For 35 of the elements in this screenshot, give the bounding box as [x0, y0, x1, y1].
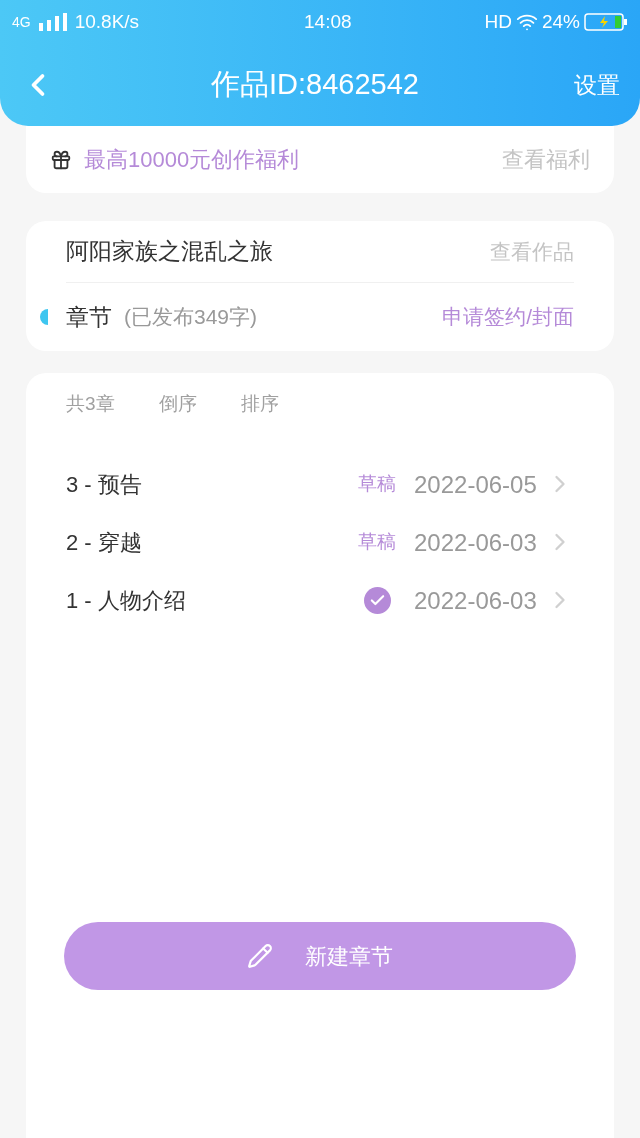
view-benefit-link[interactable]: 查看福利	[502, 143, 590, 176]
clock: 14:08	[304, 9, 352, 34]
draft-tag: 草稿	[358, 469, 396, 499]
chapter-row[interactable]: 3 - 预告 草稿 2022-06-05	[66, 455, 574, 513]
work-title: 阿阳家族之混乱之旅	[66, 237, 273, 267]
section-marker-icon	[40, 309, 48, 325]
benefit-text: 最高10000元创作福利	[84, 146, 300, 174]
published-check-icon	[363, 586, 391, 614]
sort-option[interactable]: 倒序	[158, 389, 197, 419]
battery-icon	[584, 12, 628, 32]
chapter-row[interactable]: 2 - 穿越 草稿 2022-06-03	[66, 513, 574, 571]
chapter-date: 2022-06-03	[414, 585, 538, 615]
pencil-icon	[247, 943, 273, 969]
new-chapter-button[interactable]: 新建章节	[64, 922, 576, 990]
apply-contract-link[interactable]: 申请签约/封面	[442, 301, 574, 333]
settings-link[interactable]: 设置	[574, 67, 620, 103]
chapter-date: 2022-06-03	[414, 527, 538, 557]
network-speed: 10.8K/s	[74, 9, 140, 34]
chapter-date: 2022-06-05	[414, 469, 538, 499]
gift-icon	[50, 148, 72, 171]
sort-option[interactable]: 排序	[240, 389, 279, 419]
chapter-count: 共3章	[66, 391, 115, 416]
view-work-link[interactable]: 查看作品	[490, 235, 574, 268]
page-title: 作品ID:8462542	[211, 67, 419, 103]
chapter-title: 1 - 人物介绍	[66, 586, 187, 615]
signal-icon	[38, 13, 67, 31]
chapter-row[interactable]: 1 - 人物介绍 2022-06-03	[66, 571, 574, 629]
draft-tag: 草稿	[358, 527, 396, 557]
published-count: (已发布349字)	[124, 304, 258, 331]
chapter-title: 2 - 穿越	[66, 528, 143, 557]
network-label: 4G	[12, 12, 31, 32]
battery-percent: 24%	[541, 9, 580, 34]
section-title: 章节	[66, 302, 112, 332]
chapter-title: 3 - 预告	[66, 470, 143, 499]
hd-label: HD	[484, 9, 512, 34]
